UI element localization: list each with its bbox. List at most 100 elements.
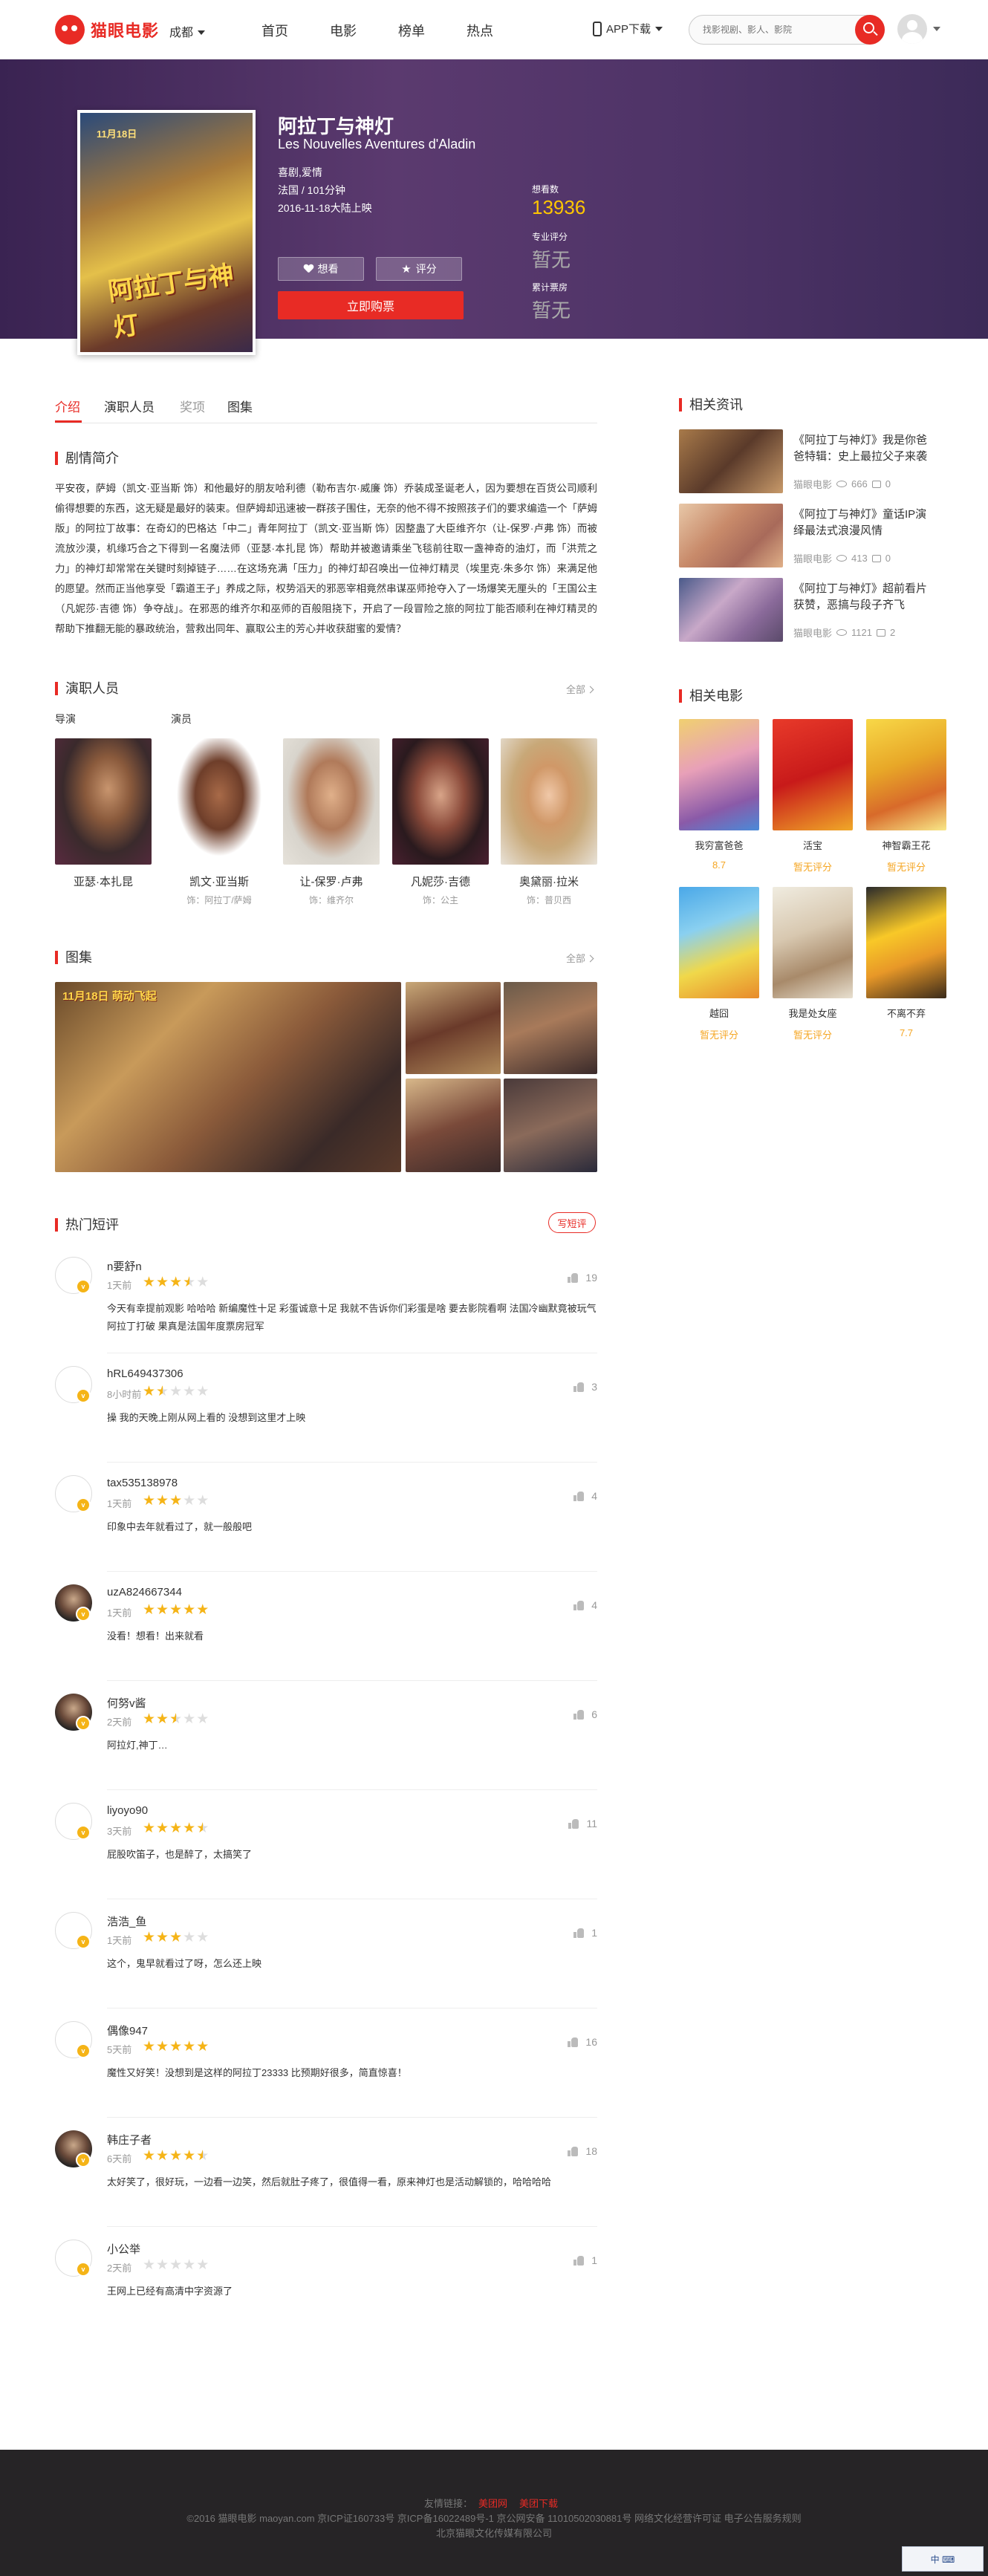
gallery-image[interactable] — [406, 1079, 501, 1172]
commenter-name[interactable]: 浩浩_鱼 — [107, 1913, 146, 1929]
related-movie[interactable]: 活宝 暂无评分 — [773, 719, 853, 874]
gallery-image-main[interactable]: 11月18日 萌动飞起 — [55, 982, 401, 1172]
like-button[interactable]: 3 — [573, 1381, 597, 1393]
related-heading: 相关电影 — [679, 689, 743, 703]
tab-cast[interactable]: 演职人员 — [104, 397, 155, 415]
news-comments: 2 — [889, 627, 896, 638]
related-movie[interactable]: 我是处女座 暂无评分 — [773, 887, 853, 1041]
related-movie[interactable]: 不离不弃 7.7 — [866, 887, 946, 1038]
gallery-more-link[interactable]: 全部 — [566, 951, 593, 965]
cast-card[interactable]: 让-保罗·卢弗 饰：维齐尔 — [283, 738, 380, 906]
like-button[interactable]: 19 — [568, 1272, 597, 1284]
comment-rating: ★★★★★ — [143, 1930, 209, 1946]
related-movie[interactable]: 我穷富爸爸 8.7 — [679, 719, 759, 871]
nav-home[interactable]: 首页 — [261, 21, 330, 40]
star-icon: ★ — [196, 1711, 210, 1727]
footer-link-meituan[interactable]: 美团网 — [478, 2498, 507, 2509]
star-icon: ★ — [183, 1930, 197, 1945]
level-badge: v — [76, 2043, 91, 2058]
comment-divider — [107, 1680, 597, 1681]
star-icon: ★ — [183, 1384, 197, 1399]
nav-rankings[interactable]: 榜单 — [398, 21, 467, 40]
search-input[interactable] — [703, 22, 844, 37]
gallery-image[interactable] — [504, 1079, 597, 1172]
user-menu[interactable] — [897, 14, 940, 44]
news-comments: 0 — [885, 478, 891, 489]
commenter-name[interactable]: liyoyo90 — [107, 1804, 148, 1817]
thumbs-up-icon — [573, 1709, 585, 1720]
comment-item: v tax535138978 1天前 ★★★★★ 4 印象中去年就看过了，就一般般吧 — [55, 1475, 597, 1587]
level-badge: v — [76, 1716, 91, 1731]
nav-hot[interactable]: 热点 — [467, 21, 535, 40]
commenter-name[interactable]: 小公举 — [107, 2241, 140, 2257]
level-badge: v — [76, 1934, 91, 1949]
comment-item: v 浩浩_鱼 1天前 ★★★★★ 1 这个，鬼早就看过了呀，怎么还上映 — [55, 1912, 597, 2023]
search-icon-handle — [873, 30, 878, 36]
cast-card[interactable]: 凯文·亚当斯 饰：阿拉丁/萨姆 — [171, 738, 267, 906]
related-movie[interactable]: 越囧 暂无评分 — [679, 887, 759, 1041]
cast-card[interactable]: 凡妮莎·吉德 饰：公主 — [392, 738, 489, 906]
comments-heading: 热门短评 — [55, 1218, 119, 1232]
detail-tabs: 介绍 演职人员 奖项 图集 — [55, 394, 597, 423]
nav-movies[interactable]: 电影 — [330, 21, 398, 40]
like-button[interactable]: 1 — [573, 1927, 597, 1939]
tab-gallery[interactable]: 图集 — [227, 397, 253, 415]
commenter-name[interactable]: n要舒n — [107, 1258, 142, 1274]
related-score: 8.7 — [712, 859, 727, 871]
comment-text: 印象中去年就看过了，就一般般吧 — [107, 1521, 253, 1532]
news-meta: 猫眼电影 1121 2 — [793, 625, 895, 640]
like-button[interactable]: 11 — [568, 1818, 597, 1829]
commenter-name[interactable]: tax535138978 — [107, 1477, 178, 1489]
news-item[interactable]: 《阿拉丁与神灯》童话IP演绎最法式浪漫风情 猫眼电影 413 0 — [679, 504, 932, 570]
comment-text: 魔性又好笑！没想到是这样的阿拉丁23333 比预期好很多，简直惊喜！ — [107, 2067, 407, 2078]
cast-card[interactable]: 奥黛丽·拉米 饰：普贝西 — [501, 738, 597, 906]
related-poster — [773, 887, 853, 998]
tab-intro[interactable]: 介绍 — [55, 397, 80, 415]
tab-awards[interactable]: 奖项 — [180, 397, 205, 415]
comment-item: v uzA824667344 1天前 ★★★★★ 4 没看！想看！出来就看 — [55, 1584, 597, 1696]
ime-toolbar[interactable]: 中 ⌨ — [902, 2546, 984, 2572]
gallery-image[interactable] — [406, 982, 501, 1074]
like-button[interactable]: 1 — [573, 2254, 597, 2266]
write-comment-button[interactable]: 写短评 — [548, 1212, 596, 1233]
thumbs-up-icon — [573, 1600, 585, 1610]
like-button[interactable]: 6 — [573, 1708, 597, 1720]
commenter-name[interactable]: 何努v酱 — [107, 1695, 146, 1711]
like-button[interactable]: 4 — [573, 1490, 597, 1502]
star-icon: ★ — [143, 1275, 157, 1290]
gallery-image[interactable] — [504, 982, 597, 1074]
like-button[interactable]: 16 — [568, 2036, 597, 2048]
thumbs-up-icon — [573, 1382, 585, 1392]
news-views: 666 — [851, 478, 868, 489]
star-icon: ★ — [143, 2039, 157, 2055]
cast-photo — [392, 738, 489, 865]
city-selector[interactable]: 成都 — [169, 22, 206, 40]
like-button[interactable]: 18 — [568, 2145, 597, 2157]
news-item[interactable]: 《阿拉丁与神灯》我是你爸爸特辑：史上最拉父子来袭 猫眼电影 666 0 — [679, 429, 932, 496]
cast-more-link[interactable]: 全部 — [566, 682, 593, 696]
news-views: 1121 — [851, 627, 872, 638]
star-icon: ★ — [143, 2257, 157, 2273]
related-poster — [866, 887, 946, 998]
star-icon: ★ — [143, 1384, 157, 1399]
cast-card[interactable]: 亚瑟·本扎昆 — [55, 738, 152, 889]
movie-poster[interactable]: 11月18日 阿拉丁与神灯 — [77, 110, 256, 355]
like-button[interactable]: 4 — [573, 1599, 597, 1611]
commenter-name[interactable]: 韩庄子者 — [107, 2132, 152, 2147]
want-count: 13936 — [532, 196, 586, 218]
commenter-name[interactable]: hRL649437306 — [107, 1367, 183, 1380]
comment-text: 这个，鬼早就看过了呀，怎么还上映 — [107, 1958, 262, 1969]
footer-link-meituan-download[interactable]: 美团下载 — [519, 2498, 558, 2509]
logo[interactable]: 猫眼电影 — [55, 15, 159, 45]
want-button[interactable]: 想看 — [278, 257, 364, 281]
related-poster — [866, 719, 946, 830]
app-download[interactable]: APP下载 — [593, 21, 663, 36]
search-button[interactable] — [855, 15, 885, 45]
cast-photo — [171, 738, 267, 865]
commenter-name[interactable]: 偶像947 — [107, 2023, 148, 2038]
rate-button[interactable]: ★ 评分 — [376, 257, 462, 281]
buy-ticket-button[interactable]: 立即购票 — [278, 291, 464, 319]
commenter-name[interactable]: uzA824667344 — [107, 1586, 182, 1598]
news-item[interactable]: 《阿拉丁与神灯》超前看片获赞，恶搞与段子齐飞 猫眼电影 1121 2 — [679, 578, 932, 645]
related-movie[interactable]: 神智霸王花 暂无评分 — [866, 719, 946, 874]
